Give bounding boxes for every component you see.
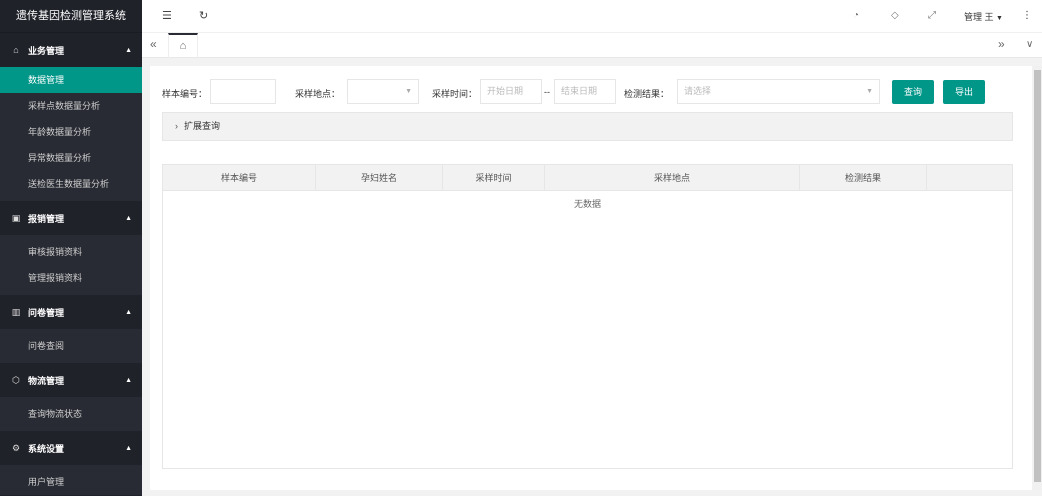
sidebar-group-label: 业务管理 xyxy=(28,45,65,56)
chevron-down-icon: ▼ xyxy=(405,88,412,95)
column-header[interactable]: 孕妇姓名 xyxy=(316,165,443,191)
tabs-dropdown-icon[interactable]: ∨ xyxy=(1026,39,1033,50)
scrollbar-thumb[interactable] xyxy=(1034,70,1041,482)
time-label: 采样时间： xyxy=(432,89,478,99)
end-date-input[interactable]: 结束日期 xyxy=(554,79,616,104)
result-placeholder: 请选择 xyxy=(684,86,712,96)
expand-query-toggle[interactable]: › 扩展查询 xyxy=(162,112,1013,141)
sidebar-item-data-management[interactable]: 数据管理 xyxy=(0,67,142,93)
chevron-right-icon: › xyxy=(175,121,178,131)
sidebar-item-manage-reimbursement[interactable]: 管理报销资料 xyxy=(0,265,142,291)
location-label: 采样地点： xyxy=(295,89,341,99)
column-header[interactable]: 采样时间 xyxy=(443,165,545,191)
sidebar: 遗传基因检测管理系统 ⌂ 业务管理 ▲ 数据管理 采样点数据量分析 年龄数据量分… xyxy=(0,0,142,496)
home-icon: ⌂ xyxy=(179,40,187,52)
box-icon: ⬡ xyxy=(12,374,20,385)
column-header[interactable]: 检测结果 xyxy=(800,165,927,191)
caret-up-icon: ▲ xyxy=(125,376,132,384)
caret-up-icon: ▲ xyxy=(125,46,132,54)
sidebar-item-user-management[interactable]: 用户管理 xyxy=(0,469,142,495)
sidebar-item-questionnaire-view[interactable]: 问卷查阅 xyxy=(0,333,142,359)
home-icon: ⌂ xyxy=(13,45,19,55)
caret-up-icon: ▲ xyxy=(125,444,132,452)
sidebar-group-questionnaire[interactable]: ▥ 问卷管理 ▲ xyxy=(0,295,142,329)
user-menu[interactable]: 管理 王 ▼ xyxy=(964,10,1003,23)
data-table: 样本编号 孕妇姓名 采样时间 采样地点 检测结果 无数据 xyxy=(162,164,1013,469)
theme-icon[interactable]: ◔ xyxy=(853,10,859,21)
column-header[interactable]: 采样地点 xyxy=(545,165,800,191)
export-button[interactable]: 导出 xyxy=(943,80,985,104)
column-header[interactable]: 样本编号 xyxy=(163,165,316,191)
query-button[interactable]: 查询 xyxy=(892,80,934,104)
top-header: ☰ ↻ ◔ ◇ ⤢ 管理 王 ▼ ⋮ xyxy=(142,0,1042,33)
sidebar-item-doctor-analysis[interactable]: 送检医生数据量分析 xyxy=(0,171,142,197)
tab-home[interactable]: ⌂ xyxy=(168,33,198,58)
sidebar-group-logistics[interactable]: ⬡ 物流管理 ▲ xyxy=(0,363,142,397)
apps-icon: ▣ xyxy=(11,212,21,223)
user-name: 管理 王 xyxy=(964,12,994,22)
gear-icon: ⚙ xyxy=(11,442,21,453)
menu-collapse-icon[interactable]: ☰ xyxy=(162,9,172,22)
sidebar-item-review-reimbursement[interactable]: 审核报销资料 xyxy=(0,239,142,265)
sidebar-item-age-analysis[interactable]: 年龄数据量分析 xyxy=(0,119,142,145)
caret-down-icon: ▼ xyxy=(996,15,1003,22)
more-vertical-icon[interactable]: ⋮ xyxy=(1022,10,1032,21)
sample-no-input[interactable] xyxy=(210,79,276,104)
sidebar-group-reimbursement[interactable]: ▣ 报销管理 ▲ xyxy=(0,201,142,235)
tabs-bar: « ⌂ » ∨ xyxy=(142,33,1042,58)
sidebar-group-label: 系统设置 xyxy=(28,443,65,454)
table-header: 样本编号 孕妇姓名 采样时间 采样地点 检测结果 xyxy=(163,165,1012,191)
fullscreen-icon[interactable]: ⤢ xyxy=(928,10,936,21)
start-date-input[interactable]: 开始日期 xyxy=(480,79,542,104)
app-title: 遗传基因检测管理系统 xyxy=(0,0,142,33)
tabs-scroll-right-icon[interactable]: » xyxy=(998,37,1005,51)
result-label: 检测结果： xyxy=(624,89,670,99)
caret-up-icon: ▲ xyxy=(125,308,132,316)
filter-form: 样本编号： 采样地点： ▼ 采样时间： 开始日期 -- 结束日期 检测结果： 请… xyxy=(150,79,1032,109)
tag-icon[interactable]: ◇ xyxy=(891,10,899,21)
sidebar-item-abnormal-analysis[interactable]: 异常数据量分析 xyxy=(0,145,142,171)
location-select[interactable]: ▼ xyxy=(347,79,419,104)
sample-no-label: 样本编号： xyxy=(162,89,208,99)
sidebar-group-settings[interactable]: ⚙ 系统设置 ▲ xyxy=(0,431,142,465)
result-select[interactable]: 请选择 ▼ xyxy=(677,79,880,104)
sidebar-group-label: 物流管理 xyxy=(28,375,65,386)
sidebar-item-site-analysis[interactable]: 采样点数据量分析 xyxy=(0,93,142,119)
tabs-scroll-left-icon[interactable]: « xyxy=(150,37,157,51)
caret-up-icon: ▲ xyxy=(125,214,132,222)
sidebar-group-business[interactable]: ⌂ 业务管理 ▲ xyxy=(0,33,142,67)
column-header-actions xyxy=(927,165,1012,191)
sidebar-item-logistics-status[interactable]: 查询物流状态 xyxy=(0,401,142,427)
columns-icon: ▥ xyxy=(11,306,21,317)
date-separator: -- xyxy=(544,87,550,97)
empty-state: 无数据 xyxy=(573,199,601,209)
refresh-icon[interactable]: ↻ xyxy=(199,9,208,22)
page-scrollbar[interactable] xyxy=(1033,66,1042,490)
expand-query-label: 扩展查询 xyxy=(184,121,221,131)
chevron-down-icon: ▼ xyxy=(866,88,873,95)
sidebar-group-label: 问卷管理 xyxy=(28,307,65,318)
sidebar-group-label: 报销管理 xyxy=(28,213,65,224)
main-content: 样本编号： 采样地点： ▼ 采样时间： 开始日期 -- 结束日期 检测结果： 请… xyxy=(150,66,1032,490)
